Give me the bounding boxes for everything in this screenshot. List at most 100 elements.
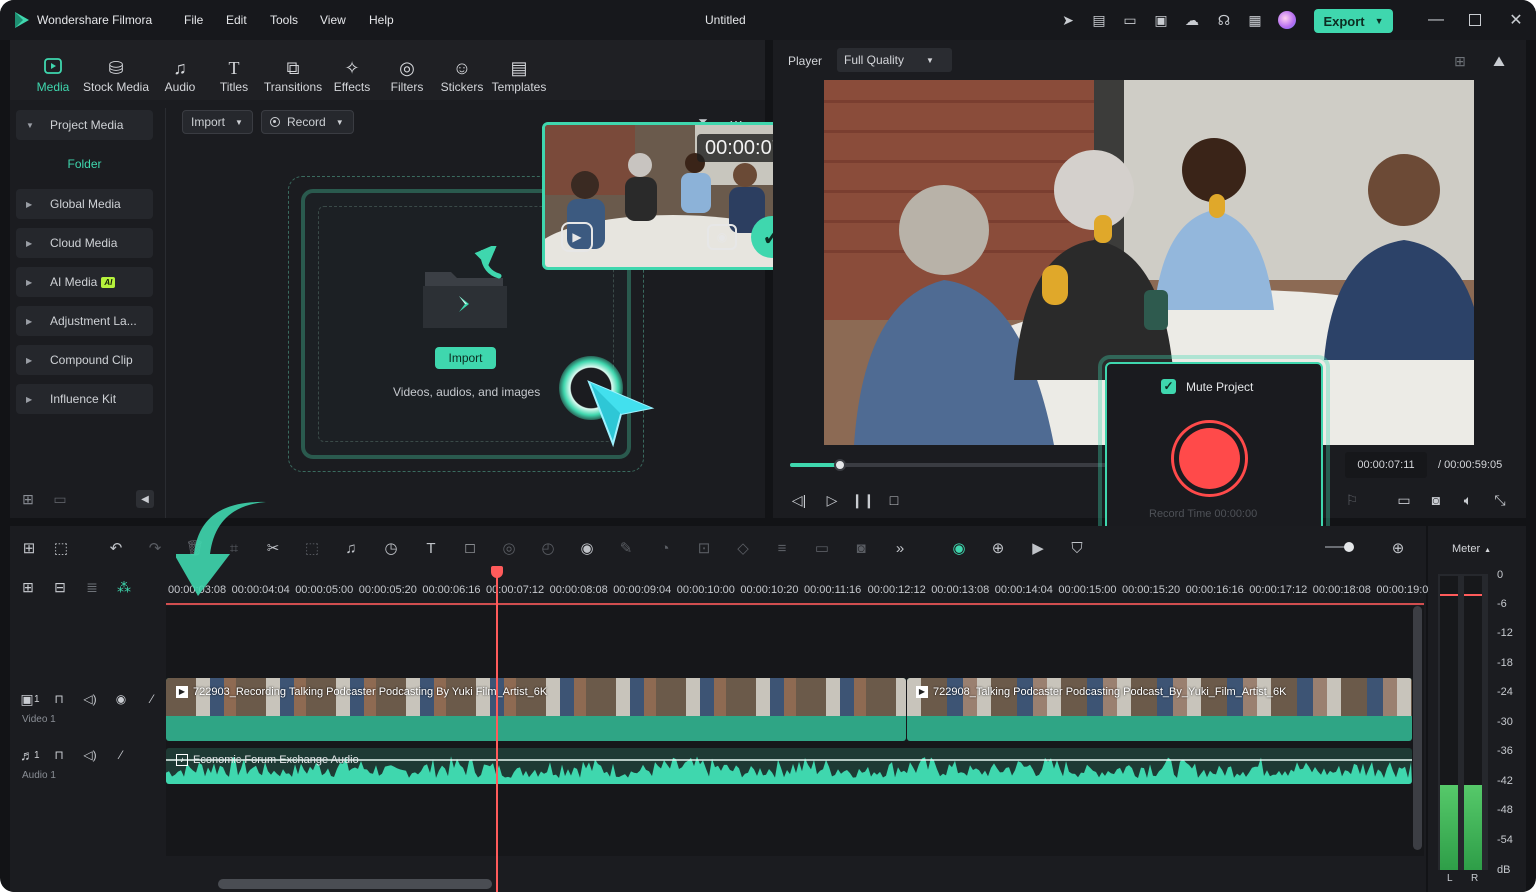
add-track-icon[interactable]: ⊞ — [18, 577, 38, 597]
speaker-icon[interactable]: ◁) — [81, 690, 99, 708]
meter-scale-6: -6 — [1497, 598, 1507, 610]
select-tool-icon[interactable]: ⬚ — [50, 537, 72, 559]
motion-track-icon[interactable]: ⊡ — [693, 537, 715, 559]
transform-icon[interactable]: ⬚ — [301, 537, 323, 559]
speed-icon[interactable]: ◷ — [380, 537, 402, 559]
color-match-icon[interactable]: ◎ — [498, 537, 520, 559]
tab-media[interactable]: Media — [32, 56, 74, 94]
text-to-speech-icon[interactable]: ▭ — [811, 537, 833, 559]
fullscreen-icon[interactable]: ⤡ — [1490, 490, 1510, 510]
menu-file[interactable]: File — [184, 13, 203, 27]
lock-icon[interactable]: ⊓ — [50, 746, 68, 764]
render-icon[interactable]: ▶ — [1027, 537, 1049, 559]
mask-icon[interactable]: ◙ — [850, 537, 872, 559]
new-folder-icon[interactable]: ⊞ — [18, 489, 38, 509]
mute-checkbox[interactable]: ✓ — [1161, 379, 1176, 394]
clip2-title: 722908_Talking Podcaster Podcasting Podc… — [933, 686, 1287, 698]
close-icon[interactable]: ✕ — [1506, 10, 1526, 30]
menu-view[interactable]: View — [320, 13, 346, 27]
meter-title[interactable]: Meter ▲ — [1452, 543, 1491, 555]
tab-titles[interactable]: T Titles — [215, 56, 253, 94]
redo-icon[interactable]: ↷ — [144, 537, 166, 559]
vertical-scrollbar[interactable] — [1413, 606, 1422, 850]
folder-icon[interactable]: ▭ — [50, 489, 70, 509]
edit-icon[interactable]: ✎ — [615, 537, 637, 559]
audio-edit-icon[interactable]: ♫ — [340, 537, 362, 559]
tab-stock-media[interactable]: ⛁ Stock Media — [82, 56, 150, 94]
export-button[interactable]: Export ▼ — [1314, 9, 1393, 33]
user-avatar[interactable] — [1278, 11, 1296, 29]
link-icon[interactable]: ⊟ — [50, 577, 70, 597]
maximize-icon[interactable] — [1469, 14, 1481, 26]
sidebar-item-project-media[interactable]: ▼ Project Media — [16, 110, 153, 140]
tab-stickers[interactable]: ☺ Stickers — [440, 56, 484, 94]
support-icon[interactable]: ☊ — [1214, 10, 1234, 30]
shield-icon[interactable]: ⛉ — [1066, 537, 1088, 559]
more-tools-icon[interactable]: » — [889, 537, 911, 559]
playhead[interactable] — [496, 566, 498, 892]
import-dropdown[interactable]: Import ▼ — [182, 110, 253, 134]
keyframe-icon[interactable]: ◇ — [732, 537, 754, 559]
menu-help[interactable]: Help — [369, 13, 394, 27]
tab-filters[interactable]: ◎ Filters — [388, 56, 426, 94]
collapse-sidebar-icon[interactable]: ◀ — [136, 490, 154, 508]
record-button[interactable] — [1171, 420, 1248, 497]
shape-tool-icon[interactable]: □ — [459, 537, 481, 559]
quality-dropdown[interactable]: Full Quality ▼ — [837, 48, 952, 72]
sidebar-item-cloud-media[interactable]: ▶ Cloud Media — [16, 228, 153, 258]
record-dropdown[interactable]: Record ▼ — [261, 110, 354, 134]
magic-icon[interactable]: ⁄ — [143, 690, 161, 708]
tab-templates[interactable]: ▤ Templates — [490, 56, 548, 94]
audio-clip-icon: ♪ — [176, 754, 188, 766]
tab-effects[interactable]: ✧ Effects — [332, 56, 372, 94]
zoom-in-icon[interactable]: ⊕ — [1387, 537, 1409, 559]
sidebar-item-adjustment-layer[interactable]: ▶ Adjustment La... — [16, 306, 153, 336]
volume-icon[interactable]: 🔈︎ — [1458, 490, 1478, 510]
undo-icon[interactable]: ↶ — [105, 537, 127, 559]
sidebar-item-compound-clip[interactable]: ▶ Compound Clip — [16, 345, 153, 375]
sidebar-item-global-media[interactable]: ▶ Global Media — [16, 189, 153, 219]
pause-icon[interactable]: ❙❙ — [851, 490, 874, 510]
magic-icon[interactable]: ⁄ — [112, 746, 130, 764]
display-icon[interactable]: ▭ — [1394, 490, 1414, 510]
send-icon[interactable]: ➤ — [1058, 10, 1078, 30]
layout-icon[interactable]: ▭ — [1120, 10, 1140, 30]
minimize-icon[interactable]: — — [1426, 10, 1446, 30]
sidebar-compound-label: Compound Clip — [50, 353, 133, 367]
eye-icon[interactable]: ◉ — [112, 690, 130, 708]
step-back-icon[interactable]: ◁| — [789, 490, 809, 510]
task-icon[interactable]: ▤ — [1089, 10, 1109, 30]
sidebar-item-folder[interactable]: Folder — [16, 150, 153, 178]
text-tool-icon[interactable]: T — [420, 537, 442, 559]
tab-audio[interactable]: ♫ Audio — [160, 56, 200, 94]
camera-snapshot-icon[interactable]: ◙ — [1426, 490, 1446, 510]
sidebar-item-ai-media[interactable]: ▶ AI Media AI — [16, 267, 153, 297]
tab-transitions[interactable]: ⧉ Transitions — [262, 56, 324, 94]
zoom-slider-knob[interactable] — [1344, 542, 1354, 552]
sidebar-item-influence-kit[interactable]: ▶ Influence Kit — [16, 384, 153, 414]
menu-edit[interactable]: Edit — [226, 13, 247, 27]
add-media-icon[interactable]: ⊕ — [987, 537, 1009, 559]
track-layout-icon[interactable]: ≣ — [82, 577, 102, 597]
import-button[interactable]: Import — [435, 347, 496, 369]
playhead-handle[interactable] — [491, 566, 503, 578]
ai-assistant-icon[interactable]: ◉ — [948, 537, 970, 559]
save-icon[interactable]: ▣ — [1151, 10, 1171, 30]
horizontal-scrollbar[interactable] — [218, 879, 492, 889]
lock-icon[interactable]: ⊓ — [50, 690, 68, 708]
speaker-icon[interactable]: ◁) — [81, 746, 99, 764]
snapshot-view-icon[interactable]: ⛰ — [1489, 51, 1509, 71]
menu-tools[interactable]: Tools — [270, 13, 298, 27]
apps-grid-icon[interactable]: ▦ — [1245, 10, 1265, 30]
snap-icon[interactable]: ⁂ — [114, 577, 134, 597]
timer-icon[interactable]: ◔ — [654, 537, 676, 559]
ai-tool-icon[interactable]: ◉ — [576, 537, 598, 559]
grid-view-icon[interactable]: ⊞ — [1450, 51, 1470, 71]
play-icon[interactable]: ▷ — [822, 490, 842, 510]
stabilize-icon[interactable]: ◴ — [537, 537, 559, 559]
adjust-icon[interactable]: ≡ — [771, 537, 793, 559]
layout-grid-icon[interactable]: ⊞ — [18, 537, 40, 559]
stop-icon[interactable]: □ — [884, 490, 904, 510]
cloud-upload-icon[interactable]: ☁ — [1182, 10, 1202, 30]
markers-icon[interactable]: ⚐ — [1342, 490, 1362, 510]
